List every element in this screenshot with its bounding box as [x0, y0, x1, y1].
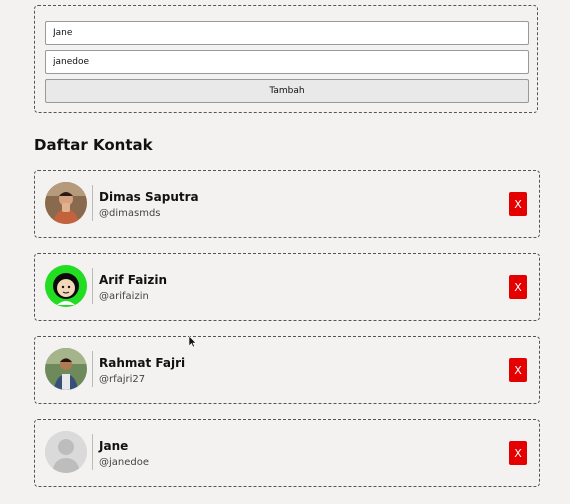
contact-name: Rahmat Fajri — [99, 356, 186, 370]
contact-name: Jane — [99, 439, 129, 453]
contact-handle: @janedoe — [99, 457, 150, 468]
contact-item: Jane @janedoe X — [34, 419, 540, 487]
contact-form: Tambah — [34, 5, 538, 113]
contact-item: Arif Faizin @arifaizin X — [34, 253, 540, 321]
contact-list-title: Daftar Kontak — [34, 136, 153, 154]
delete-contact-button[interactable]: X — [509, 441, 527, 465]
avatar-divider — [92, 351, 93, 387]
username-input[interactable] — [45, 50, 529, 74]
contact-avatar — [45, 348, 87, 390]
contact-handle: @dimasmds — [99, 208, 161, 219]
delete-contact-button[interactable]: X — [509, 358, 527, 382]
delete-contact-button[interactable]: X — [509, 275, 527, 299]
contact-item: Rahmat Fajri @rfajri27 X — [34, 336, 540, 404]
contact-avatar — [45, 182, 87, 224]
contact-avatar — [45, 265, 87, 307]
avatar-divider — [92, 185, 93, 221]
add-contact-button[interactable]: Tambah — [45, 79, 529, 103]
contact-handle: @rfajri27 — [99, 374, 146, 385]
default-user-icon — [45, 431, 87, 473]
avatar-divider — [92, 268, 93, 304]
contact-name: Arif Faizin — [99, 273, 168, 287]
mouse-pointer-icon — [188, 333, 197, 352]
delete-contact-button[interactable]: X — [509, 192, 527, 216]
avatar-divider — [92, 434, 93, 470]
name-input[interactable] — [45, 21, 529, 45]
contact-item: Dimas Saputra @dimasmds X — [34, 170, 540, 238]
contact-name: Dimas Saputra — [99, 190, 199, 204]
contact-handle: @arifaizin — [99, 291, 149, 302]
